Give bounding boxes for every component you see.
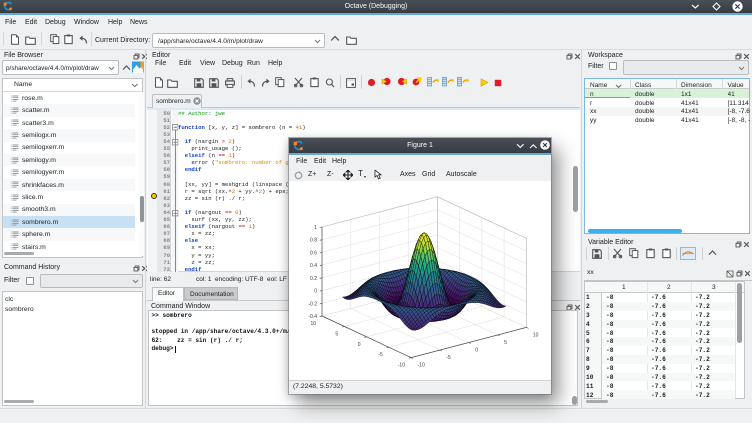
svg-text:10: 10	[533, 332, 539, 338]
svg-text:0: 0	[358, 342, 361, 348]
svg-text:0.2: 0.2	[310, 276, 317, 282]
svg-text:5: 5	[335, 331, 338, 337]
svg-text:0: 0	[314, 289, 317, 295]
svg-text:-0.4: -0.4	[308, 314, 317, 320]
svg-text:0.8: 0.8	[310, 238, 317, 244]
svg-text:0.6: 0.6	[310, 250, 317, 256]
svg-text:0: 0	[475, 348, 478, 354]
svg-text:10: 10	[310, 321, 316, 327]
svg-text:-5: -5	[378, 352, 383, 358]
svg-text:-0.2: -0.2	[308, 301, 317, 307]
svg-text:-10: -10	[398, 363, 405, 369]
svg-text:-5: -5	[446, 355, 451, 361]
svg-text:1: 1	[314, 225, 317, 231]
svg-text:5: 5	[504, 340, 507, 346]
svg-text:-10: -10	[418, 363, 425, 369]
svg-text:0.4: 0.4	[310, 263, 317, 269]
